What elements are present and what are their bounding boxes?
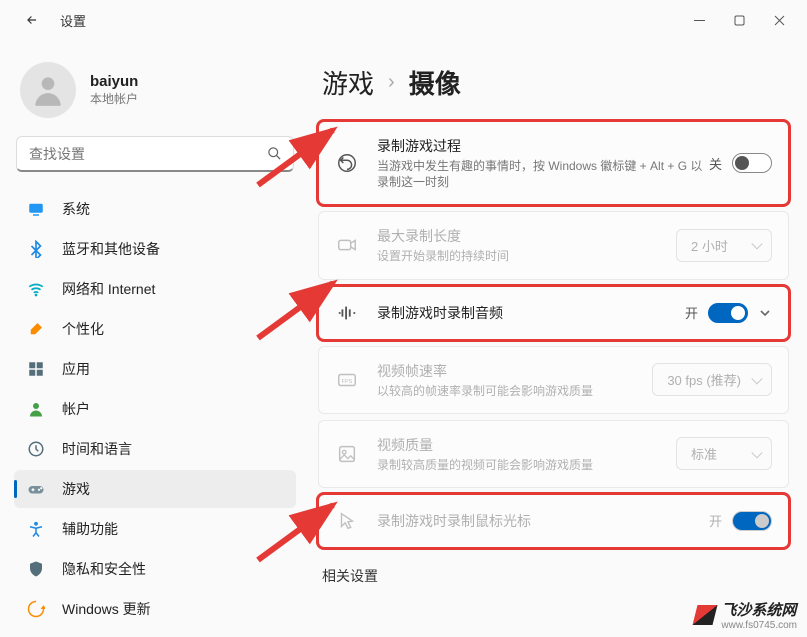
sidebar-item-label: 隐私和安全性: [62, 559, 146, 579]
watermark-logo: [693, 605, 718, 625]
toggle-state-label: 关: [709, 154, 722, 173]
camcorder-icon: [335, 233, 359, 257]
setting-title: 最大录制长度: [377, 226, 676, 246]
clock-icon: [26, 439, 46, 459]
sidebar-item-system[interactable]: 系统: [14, 190, 296, 228]
breadcrumb-parent[interactable]: 游戏: [322, 64, 374, 101]
sidebar-item-wifi[interactable]: 网络和 Internet: [14, 270, 296, 308]
setting-desc: 以较高的帧速率录制可能会影响游戏质量: [377, 383, 652, 399]
sidebar-item-label: 游戏: [62, 479, 90, 499]
maximize-button[interactable]: [719, 5, 759, 35]
apps-icon: [26, 359, 46, 379]
watermark-cn: 飞沙系统网: [721, 599, 797, 620]
sidebar-item-gamepad[interactable]: 游戏: [14, 470, 296, 508]
sidebar-item-clock[interactable]: 时间和语言: [14, 430, 296, 468]
sidebar-item-update[interactable]: Windows 更新: [14, 590, 296, 628]
related-settings-heading: 相关设置: [318, 548, 789, 594]
sidebar-item-bluetooth[interactable]: 蓝牙和其他设备: [14, 230, 296, 268]
window-title: 设置: [60, 11, 86, 30]
profile-block[interactable]: baiyun 本地帐户: [10, 48, 300, 136]
rewind-icon: [335, 151, 359, 175]
sidebar-item-person[interactable]: 帐户: [14, 390, 296, 428]
setting-record-clip[interactable]: 录制游戏过程当游戏中发生有趣的事情时，按 Windows 徽标键 + Alt +…: [318, 121, 789, 205]
waveform-icon: [335, 301, 359, 325]
select-quality[interactable]: 标准: [676, 437, 772, 470]
update-icon: [26, 599, 46, 619]
setting-title: 录制游戏时录制鼠标光标: [377, 511, 709, 531]
chevron-right-icon: ›: [388, 71, 395, 94]
setting-fps[interactable]: FPS 视频帧速率以较高的帧速率录制可能会影响游戏质量30 fps (推荐): [318, 346, 789, 414]
avatar: [20, 62, 76, 118]
cursor-icon: [335, 509, 359, 533]
breadcrumb: 游戏 › 摄像: [318, 58, 789, 121]
toggle-state-label: 开: [709, 511, 722, 530]
search-icon: [267, 146, 282, 166]
back-button[interactable]: [20, 8, 44, 32]
gamepad-icon: [26, 479, 46, 499]
brush-icon: [26, 319, 46, 339]
select-fps[interactable]: 30 fps (推荐): [652, 363, 772, 396]
fps-icon: FPS: [335, 368, 359, 392]
sidebar-item-label: 蓝牙和其他设备: [62, 239, 160, 259]
bluetooth-icon: [26, 239, 46, 259]
toggle-switch[interactable]: [732, 153, 772, 173]
toggle-state-label: 开: [685, 303, 698, 322]
sidebar-item-brush[interactable]: 个性化: [14, 310, 296, 348]
sidebar-item-label: 网络和 Internet: [62, 279, 155, 299]
svg-text:FPS: FPS: [342, 378, 353, 384]
toggle-switch[interactable]: [708, 303, 748, 323]
titlebar: 设置: [0, 0, 807, 40]
sidebar: baiyun 本地帐户 系统蓝牙和其他设备网络和 Internet 个性化应用帐户…: [0, 40, 310, 637]
sidebar-item-label: 应用: [62, 359, 90, 379]
setting-title: 录制游戏过程: [377, 136, 709, 156]
wifi-icon: [26, 279, 46, 299]
sidebar-item-label: 辅助功能: [62, 519, 118, 539]
setting-desc: 录制较高质量的视频可能会影响游戏质量: [377, 457, 676, 473]
setting-cursor[interactable]: 录制游戏时录制鼠标光标开: [318, 494, 789, 548]
sidebar-item-shield[interactable]: 隐私和安全性: [14, 550, 296, 588]
quality-icon: [335, 442, 359, 466]
sidebar-item-label: Windows 更新: [62, 599, 151, 619]
profile-subtitle: 本地帐户: [90, 90, 138, 107]
nav-list: 系统蓝牙和其他设备网络和 Internet 个性化应用帐户时间和语言游戏辅助功能隐…: [10, 184, 300, 628]
setting-desc: 当游戏中发生有趣的事情时，按 Windows 徽标键 + Alt + G 以录制…: [377, 158, 709, 190]
toggle-switch[interactable]: [732, 511, 772, 531]
shield-icon: [26, 559, 46, 579]
setting-record-audio[interactable]: 录制游戏时录制音频开: [318, 286, 789, 340]
close-button[interactable]: [759, 5, 799, 35]
setting-desc: 设置开始录制的持续时间: [377, 248, 676, 264]
setting-title: 录制游戏时录制音频: [377, 303, 685, 323]
content-area: 游戏 › 摄像 录制游戏过程当游戏中发生有趣的事情时，按 Windows 徽标键…: [310, 40, 807, 637]
sidebar-item-label: 时间和语言: [62, 439, 132, 459]
select-max-length[interactable]: 2 小时: [676, 229, 772, 262]
setting-title: 视频帧速率: [377, 361, 652, 381]
accessibility-icon: [26, 519, 46, 539]
watermark-en: www.fs0745.com: [721, 620, 797, 631]
person-icon: [26, 399, 46, 419]
settings-list: 录制游戏过程当游戏中发生有趣的事情时，按 Windows 徽标键 + Alt +…: [318, 121, 789, 548]
profile-name: baiyun: [90, 73, 138, 90]
sidebar-item-label: 个性化: [62, 319, 104, 339]
system-icon: [26, 199, 46, 219]
sidebar-item-label: 帐户: [62, 399, 90, 419]
watermark: 飞沙系统网 www.fs0745.com: [695, 599, 797, 631]
minimize-button[interactable]: [679, 5, 719, 35]
setting-max-length[interactable]: 最大录制长度设置开始录制的持续时间2 小时: [318, 211, 789, 279]
sidebar-item-label: 系统: [62, 199, 90, 219]
sidebar-item-accessibility[interactable]: 辅助功能: [14, 510, 296, 548]
breadcrumb-current: 摄像: [409, 64, 461, 101]
setting-title: 视频质量: [377, 435, 676, 455]
search-input[interactable]: [16, 136, 294, 172]
setting-quality[interactable]: 视频质量录制较高质量的视频可能会影响游戏质量标准: [318, 420, 789, 488]
sidebar-item-apps[interactable]: 应用: [14, 350, 296, 388]
chevron-down-icon[interactable]: [758, 306, 772, 320]
